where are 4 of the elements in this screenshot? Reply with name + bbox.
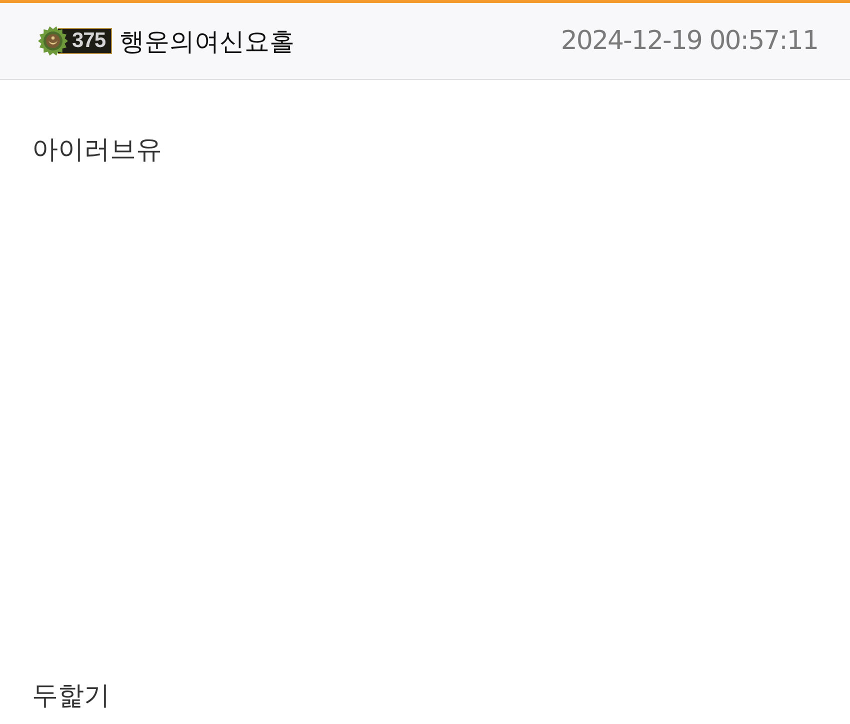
post-timestamp: 2024-12-19 00:57:11 <box>560 26 818 56</box>
author-name: 행운의여신요홀 <box>120 26 295 58</box>
post-text: 아이러브유 <box>32 134 163 167</box>
post-text: 두핥기 <box>32 680 111 713</box>
